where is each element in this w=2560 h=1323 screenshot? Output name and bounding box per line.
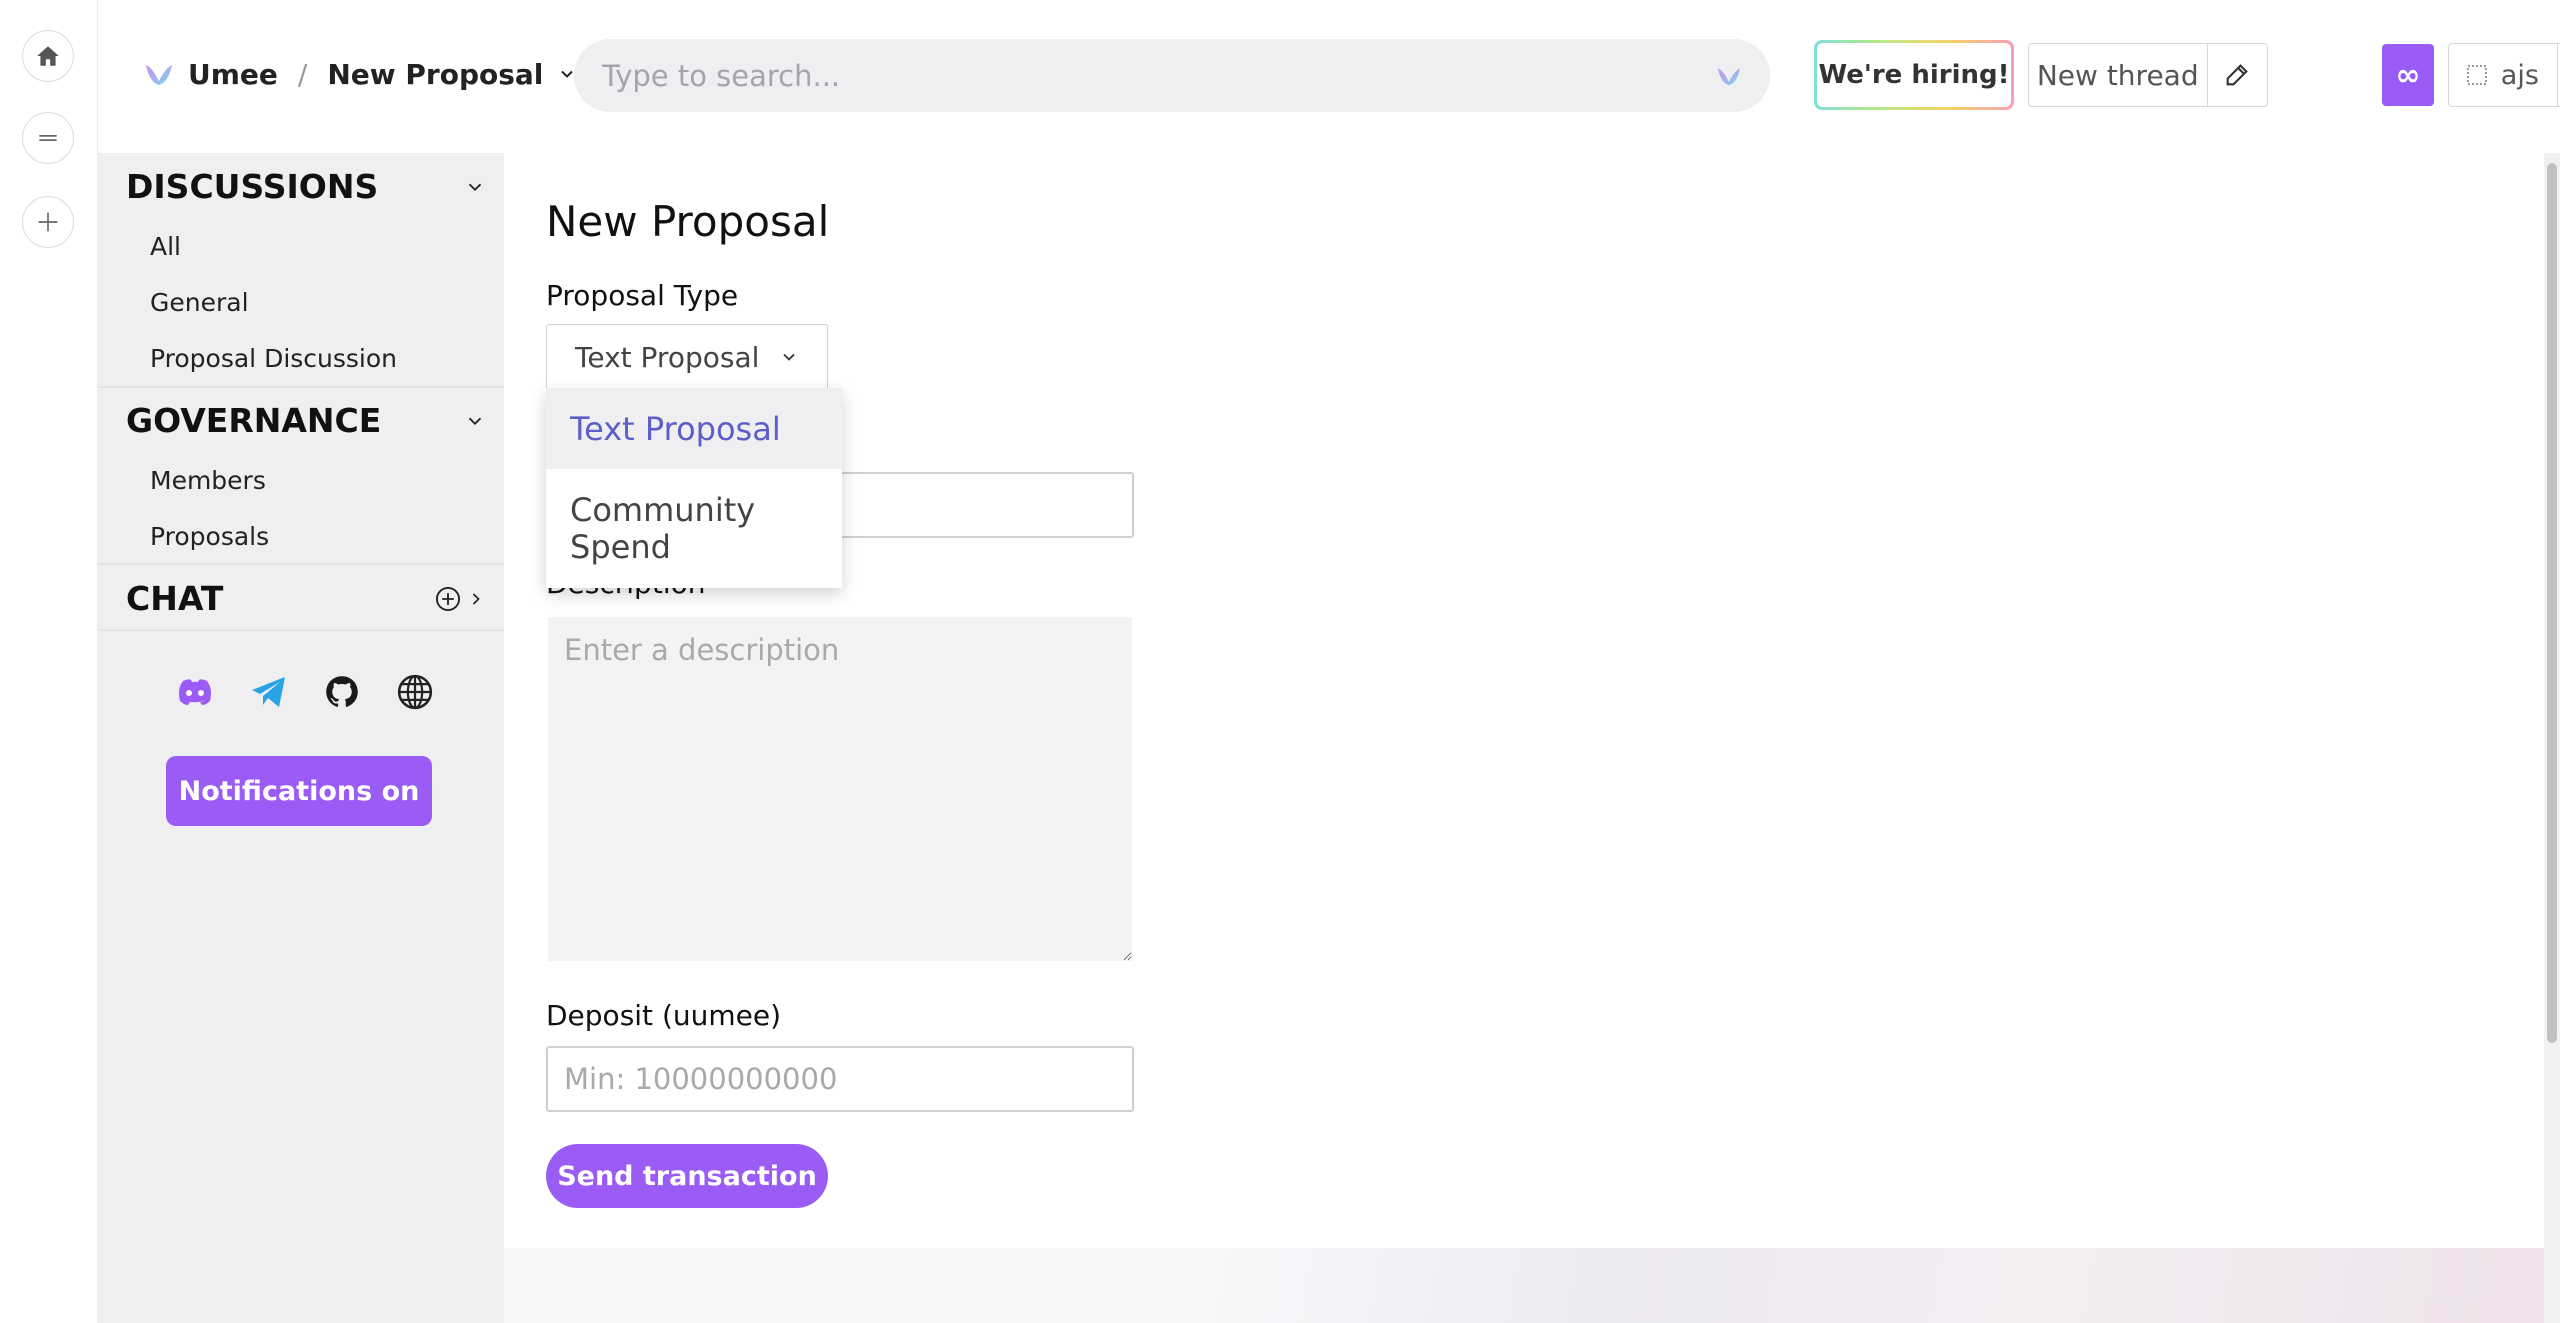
sidebar-item-proposals[interactable]: Proposals [150,522,269,551]
top-header: Umee / New Proposal We're hiring! New th… [98,0,2560,153]
umee-search-scope-icon[interactable] [1716,65,1742,87]
governance-header[interactable]: GOVERNANCE [126,401,486,440]
chevron-down-icon [783,353,795,361]
account-group: ajs [2448,43,2560,107]
social-links [174,673,434,711]
umee-logo-icon [146,65,172,85]
discussions-title: DISCUSSIONS [126,167,379,206]
discussions-header[interactable]: DISCUSSIONS [126,167,486,206]
sidebar-item-proposal-discussion[interactable]: Proposal Discussion [150,344,397,373]
chat-title: CHAT [126,579,224,618]
globe-icon[interactable] [396,673,434,711]
compose-button[interactable] [2208,44,2268,106]
add-circle-icon[interactable] [434,585,462,613]
breadcrumb: Umee / New Proposal [144,52,577,96]
sidebar-item-members[interactable]: Members [150,466,266,495]
deposit-field[interactable] [546,1046,1134,1112]
breadcrumb-separator: / [297,57,308,91]
deposit-label: Deposit (uumee) [546,999,782,1032]
chevron-right-icon[interactable] [466,589,486,609]
infinity-button[interactable]: ∞ [2382,44,2434,106]
dropdown-option-text-proposal[interactable]: Text Proposal [546,388,842,469]
description-textarea[interactable] [548,617,1132,961]
sidebar-divider [98,563,504,565]
add-community-button[interactable] [22,196,74,248]
page-title: New Proposal [546,197,830,246]
new-thread-group: New thread [2028,43,2268,107]
proposal-type-value: Text Proposal [575,340,760,374]
menu-icon [39,134,57,142]
sidebar-item-all[interactable]: All [150,232,181,261]
hiring-button[interactable]: We're hiring! [1814,40,2014,110]
search-input[interactable] [602,58,1716,93]
account-name: ajs [2500,59,2539,91]
menu-button[interactable] [22,112,74,164]
breadcrumb-page[interactable]: New Proposal [327,58,543,91]
telegram-icon[interactable] [250,675,288,709]
sidebar: DISCUSSIONS All General Proposal Discuss… [98,153,504,1323]
identicon-icon [2467,65,2487,85]
governance-title: GOVERNANCE [126,401,382,440]
discord-icon[interactable] [174,677,214,707]
edit-icon [2226,64,2249,86]
main-content: New Proposal Proposal Type Text Proposal… [504,153,2544,1248]
dropdown-option-community-spend[interactable]: Community Spend [546,469,755,588]
proposal-type-select[interactable]: Text Proposal [546,324,828,390]
new-thread-button[interactable]: New thread [2029,44,2208,106]
deposit-input[interactable] [564,1062,1116,1096]
chat-actions [434,585,486,613]
account-button[interactable]: ajs [2449,44,2558,106]
sidebar-divider [98,629,504,631]
footer-decoration [504,1248,2544,1323]
proposal-type-dropdown: Text Proposal Community Spend [546,388,842,588]
home-icon [37,46,59,66]
sidebar-item-general[interactable]: General [150,288,249,317]
notifications-button[interactable]: Notifications on [166,756,432,826]
home-button[interactable] [22,30,74,82]
scrollbar-thumb[interactable] [2547,163,2557,1043]
plus-icon [38,212,58,232]
chat-header[interactable]: CHAT [126,579,486,618]
chevron-down-icon [468,183,482,191]
page-scrollbar[interactable] [2544,153,2560,1323]
breadcrumb-community[interactable]: Umee [188,58,278,91]
app-rail [0,0,98,1323]
chevron-down-icon [468,417,482,425]
github-icon[interactable] [324,674,360,710]
hiring-label: We're hiring! [1817,43,2011,107]
sidebar-divider [98,386,504,388]
send-transaction-button[interactable]: Send transaction [546,1144,828,1208]
proposal-type-label: Proposal Type [546,279,739,312]
search-bar[interactable] [574,39,1770,112]
